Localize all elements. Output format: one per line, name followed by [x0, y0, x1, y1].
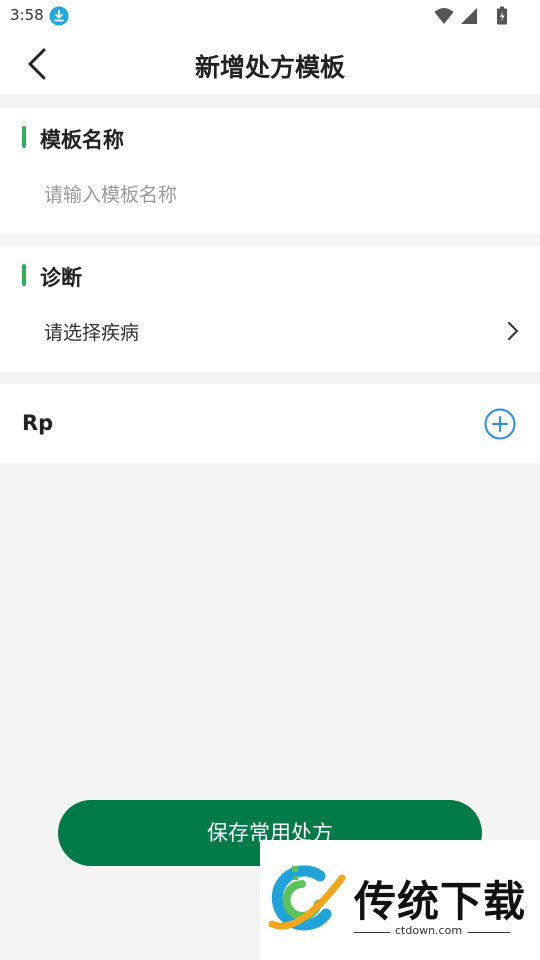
status-bar: 3:58 [0, 0, 540, 32]
plus-circle-icon[interactable] [484, 408, 516, 440]
download-icon [49, 6, 69, 26]
watermark: 传统下载 ctdown.com [260, 840, 540, 960]
ctdown-logo [268, 865, 346, 931]
template-name-label: 模板名称 [40, 128, 124, 152]
wifi-icon [434, 8, 454, 24]
diagnosis-card: 诊断 请选择疾病 [0, 246, 540, 372]
template-name-card: 模板名称 [0, 108, 540, 234]
nav-bar: 新增处方模板 [0, 32, 540, 94]
status-time: 3:58 [10, 6, 44, 24]
battery-icon [497, 6, 507, 25]
page-title: 新增处方模板 [194, 53, 345, 82]
diagnosis-label: 诊断 [40, 266, 82, 290]
disease-select-text: 请选择疾病 [44, 322, 140, 344]
section-accent-bar [22, 264, 26, 286]
watermark-divider [468, 932, 510, 933]
rp-card: Rp [0, 384, 540, 463]
template-name-input[interactable] [44, 180, 514, 210]
rp-label: Rp [22, 411, 54, 435]
chevron-right-icon [508, 322, 518, 340]
signal-icon [461, 8, 477, 24]
watermark-divider [354, 932, 390, 933]
watermark-url: ctdown.com [395, 924, 463, 937]
watermark-brand: 传统下载 [354, 877, 527, 926]
section-accent-bar [22, 126, 26, 148]
disease-select[interactable]: 请选择疾病 [0, 308, 540, 354]
